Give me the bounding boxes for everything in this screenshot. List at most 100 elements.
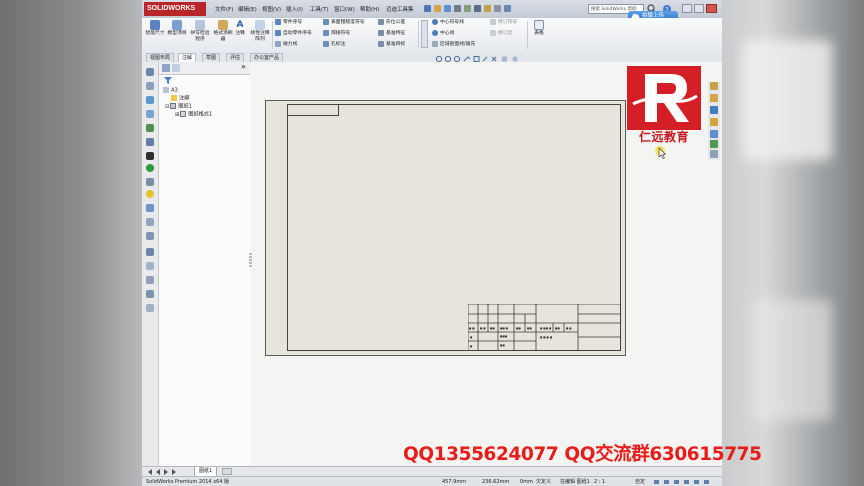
ribbon-separator (418, 21, 419, 49)
auto-balloon-button[interactable]: 自动零件序号 (275, 29, 312, 38)
table-button[interactable]: 表格 (529, 20, 549, 37)
smart-dimension-button[interactable]: 智能尺寸 (145, 20, 165, 37)
spell-check-button[interactable]: 拼写检验程序 (190, 20, 210, 42)
menu-help[interactable]: 帮助(H) (360, 5, 379, 13)
tool-icon[interactable] (146, 232, 154, 240)
datum-target-button[interactable]: 基准目标 (378, 40, 405, 49)
view-tools-icon[interactable] (435, 55, 525, 63)
rebuild-icon[interactable] (484, 5, 491, 12)
filter-icon[interactable] (164, 77, 172, 84)
tree-tab-icon[interactable] (162, 64, 170, 72)
editing-status: 在编辑 图纸1 (560, 479, 590, 485)
note-button[interactable]: A 注释 (233, 20, 247, 37)
sheet-nav[interactable] (146, 469, 186, 475)
tool-icon[interactable] (146, 248, 154, 256)
tool-icon[interactable] (146, 276, 154, 284)
area-hatch-icon (432, 40, 438, 47)
menu-tools[interactable]: 工具(T) (310, 5, 329, 13)
hole-callout-button[interactable]: 孔标注 (323, 40, 345, 49)
datum-feature-button[interactable]: 基准特征 (378, 29, 405, 38)
print-icon[interactable] (454, 5, 461, 12)
menu-edit[interactable]: 编辑(E) (238, 5, 257, 13)
format-painter-label: 格式涂刷器 (213, 31, 233, 42)
magnetic-line-button[interactable]: 磁力线 (275, 40, 297, 49)
svg-text:■■ ■: ■■ ■ (500, 327, 509, 330)
format-painter-button[interactable]: 格式涂刷器 (213, 20, 233, 42)
menu-window[interactable]: 窗口(W) (334, 5, 355, 13)
appearances-icon[interactable] (710, 140, 718, 148)
svg-text:■■: ■■ (490, 327, 495, 330)
undo-icon[interactable] (464, 5, 471, 12)
center-mark-button[interactable]: 中心符号线 (432, 18, 464, 27)
resources-icon[interactable] (710, 94, 718, 102)
centerline-button[interactable]: 中心线 (432, 29, 454, 38)
tree-item-sheet-format[interactable]: ⊞ 图纸格式1 (175, 111, 212, 119)
drawing-sheet[interactable]: ■ ■ ■ ■ ■■ ■■ ■ ■■ ■■ ■■■ ■■ ■ ■■ ■ ■■ ■ ■ ■ ■ … (265, 100, 626, 356)
app-logo: SOLIDWORKS (144, 2, 206, 16)
menu-insert[interactable]: 插入(I) (286, 5, 303, 13)
blocks-dropdown[interactable] (421, 20, 428, 48)
tool-icon[interactable] (146, 262, 154, 270)
surface-finish-button[interactable]: 表面粗糙度符号 (323, 18, 365, 27)
annotation-folder-icon (171, 95, 177, 101)
tool-icon[interactable] (146, 110, 154, 118)
options-icon[interactable] (504, 5, 511, 12)
menu-file[interactable]: 文件(F) (215, 5, 233, 13)
close-button[interactable] (706, 4, 717, 13)
tool-icon[interactable] (146, 138, 154, 146)
tool-icon[interactable] (146, 82, 154, 90)
tool-icon[interactable] (146, 96, 154, 104)
maximize-button[interactable] (694, 4, 704, 13)
tool-icon[interactable] (146, 304, 154, 312)
model-items-button[interactable]: 模型项目 (167, 20, 187, 37)
tool-icon[interactable] (146, 204, 154, 212)
property-tab-icon[interactable] (172, 64, 180, 72)
balloon-button[interactable]: 零件序号 (275, 18, 302, 27)
view-palette-icon[interactable] (710, 130, 718, 138)
tool-icon[interactable] (146, 218, 154, 226)
title-block-grid: ■ ■ ■ ■ ■■ ■■ ■ ■■ ■■ ■■■■■ ■ ■■ ■ ■■ ■ ■ ■ ■ … (467, 303, 622, 352)
sheet-format-icon (180, 111, 187, 117)
file-explorer-icon[interactable] (710, 118, 718, 126)
sheet-handle[interactable] (248, 252, 253, 268)
tool-icon[interactable] (146, 178, 154, 186)
tree-root[interactable]: A3 (163, 87, 178, 95)
sheet-scale[interactable]: 2 : 1 (594, 477, 605, 486)
collapse-icon: ⊟ (165, 103, 170, 110)
menu-maidi[interactable]: 迈迪工具集 (386, 5, 414, 13)
geometric-tolerance-button[interactable]: 形位公差 (378, 18, 405, 27)
add-sheet-button[interactable] (222, 468, 232, 475)
new-file-icon[interactable] (424, 5, 431, 12)
feature-tree-panel: » A3 注解 ⊟ 图纸1 ⊞ 图纸格式1 (159, 62, 251, 466)
tool-icon[interactable] (146, 124, 154, 132)
save-icon[interactable] (444, 5, 451, 12)
revision-cloud-button[interactable]: 修订云 (490, 29, 512, 38)
tool-icon[interactable] (146, 190, 154, 198)
tree-item-sheet[interactable]: ⊟ 图纸1 (165, 103, 192, 111)
svg-text:■■: ■■ (527, 327, 532, 330)
units-custom[interactable]: 自定 (635, 477, 645, 486)
tree-item-annotations[interactable]: 注解 (171, 95, 189, 103)
tool-icon[interactable] (146, 152, 154, 160)
tool-icon[interactable] (146, 68, 154, 76)
home-icon[interactable] (710, 82, 718, 90)
centerline-label: 中心线 (440, 31, 455, 36)
minimize-button[interactable] (682, 4, 692, 13)
linear-note-pattern-button[interactable]: 线性注释阵列 (250, 20, 270, 42)
select-icon[interactable] (474, 5, 481, 12)
title-block: ■ ■ ■ ■ ■■ ■■ ■ ■■ ■■ ■■■ ■■ ■ ■■ ■ ■■ ■ ■ ■ ■ … (467, 303, 622, 352)
design-library-icon[interactable] (710, 106, 718, 114)
product-name: SolidWorks Premium 2014 x64 版 (146, 479, 230, 485)
tool-icon[interactable] (146, 290, 154, 298)
z-coordinate: 0mm (520, 479, 533, 485)
file-properties-icon[interactable] (494, 5, 501, 12)
background-right (722, 0, 864, 486)
tool-icon[interactable] (146, 164, 154, 172)
expand-panel-icon[interactable]: » (241, 63, 246, 71)
weld-symbol-button[interactable]: 焊接符号 (323, 29, 350, 38)
open-file-icon[interactable] (434, 5, 441, 12)
area-hatch-button[interactable]: 区域剖面线/填充 (432, 40, 475, 49)
revision-symbol-button[interactable]: 修订符号 (490, 18, 517, 27)
menu-view[interactable]: 视图(V) (262, 5, 281, 13)
custom-properties-icon[interactable] (710, 150, 718, 158)
